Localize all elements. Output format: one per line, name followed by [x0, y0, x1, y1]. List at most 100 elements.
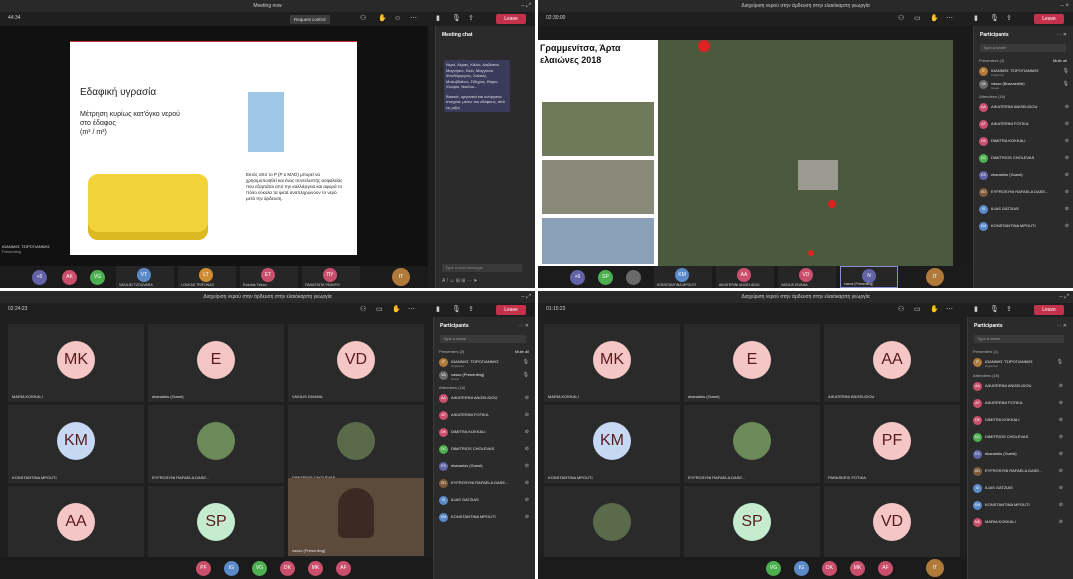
participant-row[interactable]: KM KONSTANTINA MPOUTI ⊘: [979, 221, 1069, 232]
camera-icon[interactable]: ▮: [974, 14, 978, 24]
leave-button[interactable]: Leave: [496, 14, 526, 24]
participant-row[interactable]: ES ekanarkis (Guest) ⊘: [973, 449, 1063, 460]
participant-row[interactable]: AF AIKATERINI FOTIKA ⊘: [973, 398, 1063, 409]
participant-tile[interactable]: Eekanarkis (Guest): [148, 324, 284, 402]
panel-options-icon[interactable]: ⋯ ✕: [518, 323, 529, 329]
share-icon[interactable]: ⇪: [1006, 305, 1012, 315]
request-control-button[interactable]: Request control: [290, 15, 330, 24]
presenters-header[interactable]: Presenters (2): [439, 349, 464, 354]
more-options-icon[interactable]: ⋯: [946, 14, 953, 24]
chat-input[interactable]: Type a new message: [442, 264, 522, 272]
share-icon[interactable]: ⇪: [1006, 14, 1012, 24]
participants-icon[interactable]: ⚇: [898, 14, 904, 24]
participant-row[interactable]: DK DIMITRA KOKKALI ⊘: [979, 136, 1069, 147]
participant-row[interactable]: MK MARIA KOKKALI ⊘: [973, 517, 1063, 528]
participant-row[interactable]: AA AIKATERINI ANGELIDOU ⊘: [973, 381, 1063, 392]
attendees-header[interactable]: Attendees (16): [439, 385, 465, 390]
participant-tile[interactable]: AAAIKATERINI ANGELIDOU: [824, 324, 960, 402]
participant-row[interactable]: ED EYFROSYNI RAFAELA DASE... ⊘: [979, 187, 1069, 198]
participant-tile[interactable]: DIMITRIOS CHOLEVAS: [288, 405, 424, 483]
leave-button[interactable]: Leave: [496, 305, 526, 315]
participant-row[interactable]: IG ILIAS GATZIAS ⊘: [973, 483, 1063, 494]
participant-tile[interactable]: KM KONSTANTINA MPOUTI: [544, 405, 680, 483]
participant-search-input[interactable]: Type a name: [440, 335, 526, 343]
mic-icon[interactable]: 🎙: [452, 14, 461, 24]
more-options-icon[interactable]: ⋯: [946, 305, 953, 315]
participant-video[interactable]: vasso (Presenting): [288, 478, 424, 556]
attendees-header[interactable]: Attendees (16): [979, 94, 1005, 99]
chat-icon[interactable]: ▭: [376, 305, 383, 315]
presenters-header[interactable]: Presenters (1): [973, 349, 998, 354]
participant-row[interactable]: KM KONSTANTINA MPOUTI ⊘: [439, 512, 529, 523]
participant-row[interactable]: DK DIMITRA KOKKALI ⊘: [439, 427, 529, 438]
participant-tile[interactable]: EYFROSYNI RAFAELA DASE...: [684, 405, 820, 483]
presenters-header[interactable]: Presenters (2): [979, 58, 1004, 63]
panel-options-icon[interactable]: ⋯ ✕: [1056, 32, 1067, 38]
participant-tile[interactable]: DIMITRIOS CHOLEVAS: [544, 486, 680, 564]
camera-icon[interactable]: ▮: [436, 305, 440, 315]
participants-icon[interactable]: ⚇: [360, 305, 366, 315]
reactions-icon[interactable]: ☺: [394, 14, 401, 24]
participant-tile[interactable]: SPSOFIA PAPADOPOULOU: [148, 486, 284, 564]
chat-format-icons[interactable]: A ! ☺ ⊞ ⊞ ⋯ ➤: [442, 278, 477, 284]
participants-icon[interactable]: ⚇: [360, 14, 366, 24]
window-controls-icon[interactable]: ‒ ⤢: [1059, 291, 1069, 303]
participant-row[interactable]: VA vasso (Presenting) Guest 🎙: [439, 370, 529, 381]
mic-icon[interactable]: 🎙: [990, 14, 999, 24]
participant-tile[interactable]: AAAIKATERINI ANGELIDOU: [8, 486, 144, 564]
window-controls-icon[interactable]: ‒ ⤢: [521, 0, 531, 12]
window-controls-icon[interactable]: ‒ ⤢: [521, 291, 531, 303]
participant-tile[interactable]: VDVASILIS DIVANA: [288, 324, 424, 402]
participant-tile[interactable]: VDVASILIS DIVANA: [824, 486, 960, 564]
participant-search-input[interactable]: Type a name: [980, 44, 1066, 52]
participants-icon[interactable]: ⚇: [898, 305, 904, 315]
participant-tile[interactable]: SPSOFIA PAPADOPOULOU: [684, 486, 820, 564]
attendees-header[interactable]: Attendees (16): [973, 373, 999, 378]
window-controls-icon[interactable]: ‒ ×: [1060, 0, 1069, 12]
leave-button[interactable]: Leave: [1034, 305, 1064, 315]
participant-tile[interactable]: KM KONSTANTINA MPOUTI: [8, 405, 144, 483]
camera-icon[interactable]: ▮: [974, 305, 978, 315]
participant-search-input[interactable]: Type a name: [974, 335, 1064, 343]
participant-row[interactable]: ΙΤ ΙΩΑΝΝΗΣ ΤΣΙΡΟΓΙΑΝΝΗΣ Organizer 🎙: [979, 66, 1069, 77]
overflow-avatar[interactable]: +6: [570, 270, 585, 285]
chat-icon[interactable]: ▭: [914, 14, 921, 24]
raise-hand-icon[interactable]: ✋: [392, 305, 401, 315]
participant-row[interactable]: DK DIMITRA KOKKALI ⊘: [973, 415, 1063, 426]
raise-hand-icon[interactable]: ✋: [378, 14, 387, 24]
share-icon[interactable]: ⇪: [468, 14, 474, 24]
mute-all-button[interactable]: Mute all: [515, 349, 529, 354]
participant-row[interactable]: DC DIMITRIOS CHOLEVAS ⊘: [973, 432, 1063, 443]
chat-icon[interactable]: ▭: [914, 305, 921, 315]
participant-tile[interactable]: MK MARIA KOKKALI: [544, 324, 680, 402]
participant-row[interactable]: IG ILIAS GATZIAS ⊘: [439, 495, 529, 506]
participant-row[interactable]: KM KONSTANTINA MPOUTI ⊘: [973, 500, 1063, 511]
participant-row[interactable]: DC DIMITRIOS CHOLEVAS ⊘: [979, 153, 1069, 164]
participant-tile[interactable]: MK MARIA KOKKALI: [8, 324, 144, 402]
raise-hand-icon[interactable]: ✋: [930, 305, 939, 315]
participant-row[interactable]: ED EYFROSYNI RAFAELA DASE... ⊘: [439, 478, 529, 489]
participant-tile[interactable]: PF PARASKEVI FOTIKA: [824, 405, 960, 483]
more-options-icon[interactable]: ⋯: [410, 14, 417, 24]
participant-row[interactable]: ES ekanarkis (Guest) ⊘: [439, 461, 529, 472]
participant-row[interactable]: ΙΤ ΙΩΑΝΝΗΣ ΤΣΙΡΟΓΙΑΝΝΗΣ Organizer 🎙: [973, 357, 1063, 368]
participant-row[interactable]: ED EYFROSYNI RAFAELA DASE... ⊘: [973, 466, 1063, 477]
participant-row[interactable]: AF AIKATERINI FOTIKA ⊘: [979, 119, 1069, 130]
participant-row[interactable]: DC DIMITRIOS CHOLEVAS ⊘: [439, 444, 529, 455]
raise-hand-icon[interactable]: ✋: [930, 14, 939, 24]
mute-all-button[interactable]: Mute all: [1053, 58, 1067, 63]
participant-row[interactable]: AF AIKATERINI FOTIKA ⊘: [439, 410, 529, 421]
participant-row[interactable]: IG ILIAS GATZIAS ⊘: [979, 204, 1069, 215]
leave-button[interactable]: Leave: [1034, 14, 1064, 24]
share-icon[interactable]: ⇪: [468, 305, 474, 315]
overflow-avatar[interactable]: +5: [32, 270, 47, 285]
participant-row[interactable]: AA AIKATERINI ANGELIDOU ⊘: [439, 393, 529, 404]
participant-row[interactable]: ES ekanarkis (Guest) ⊘: [979, 170, 1069, 181]
participant-tile[interactable]: Eekanarkis (Guest): [684, 324, 820, 402]
participant-tile[interactable]: EYFROSYNI RAFAELA DASE...: [148, 405, 284, 483]
mic-icon[interactable]: 🎙: [990, 305, 999, 315]
camera-icon[interactable]: ▮: [436, 14, 440, 24]
more-options-icon[interactable]: ⋯: [408, 305, 415, 315]
mic-icon[interactable]: 🎙: [452, 305, 461, 315]
participant-row[interactable]: VA vasso (Brazzaville) Guest 🎙: [979, 79, 1069, 90]
